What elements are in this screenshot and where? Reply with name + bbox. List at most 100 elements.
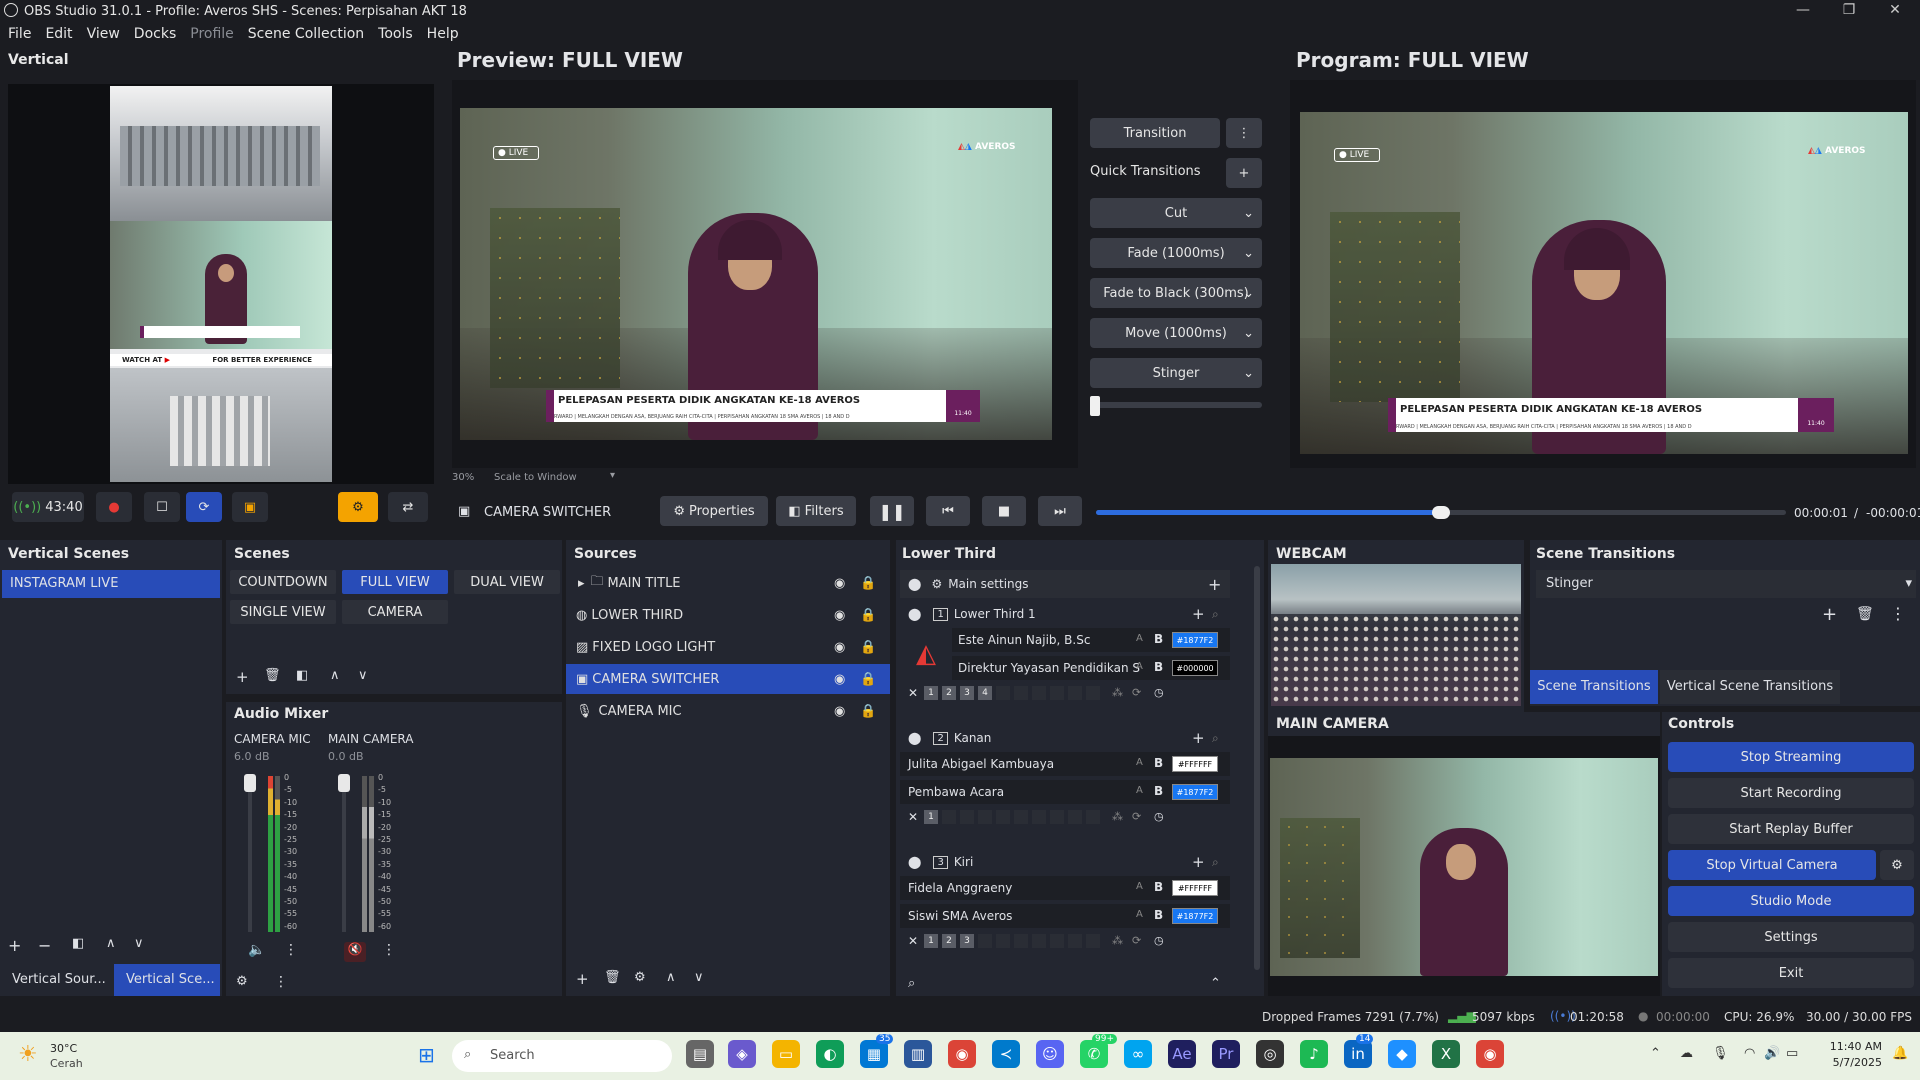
next-button[interactable]: ⏭ xyxy=(1038,496,1082,526)
ch2-volume-track[interactable] xyxy=(342,774,346,932)
mixer-more-icon[interactable]: ⋮ xyxy=(274,974,288,990)
pause-button[interactable]: ❚❚ xyxy=(870,496,914,526)
calendar-icon[interactable]: ▥ xyxy=(904,1040,932,1068)
start-replay-buffer-button[interactable]: Start Replay Buffer xyxy=(1668,814,1914,844)
lock-icon[interactable]: 🔒 xyxy=(860,608,876,623)
whatsapp-icon[interactable]: ✆ xyxy=(1080,1040,1108,1068)
lt-slot[interactable]: 1 xyxy=(924,934,938,948)
media-seek-handle[interactable] xyxy=(1432,506,1450,519)
mixer-settings-icon[interactable]: ⚙ xyxy=(236,974,248,989)
maximize-button[interactable]: ❐ xyxy=(1826,0,1872,22)
linkedin-icon[interactable]: in xyxy=(1344,1040,1372,1068)
stop-streaming-button[interactable]: Stop Streaming xyxy=(1668,742,1914,772)
lt-main-settings[interactable]: ⬤ ⚙ Main settings + xyxy=(900,570,1230,598)
close-button[interactable]: ✕ xyxy=(1872,0,1918,22)
edge-icon[interactable]: ◐ xyxy=(816,1040,844,1068)
lt-slot[interactable] xyxy=(978,810,992,824)
lt-group-name[interactable]: Kanan xyxy=(954,731,992,745)
add-icon[interactable]: + xyxy=(236,668,249,686)
ch1-volume-track[interactable] xyxy=(248,774,252,932)
tray-mic-icon[interactable]: 🎙 xyxy=(1712,1046,1729,1061)
plus-icon[interactable]: + xyxy=(1192,853,1205,871)
search-icon[interactable]: ⌕ xyxy=(1212,607,1219,622)
search-icon[interactable]: ⌕ xyxy=(1212,855,1219,870)
lt-slot[interactable] xyxy=(1032,686,1046,700)
down-icon[interactable]: ∨ xyxy=(134,936,144,951)
taskbar-search[interactable]: ⌕ Search xyxy=(452,1040,672,1072)
tab-vertical-scene-transitions[interactable]: Vertical Scene Transitions xyxy=(1660,670,1840,704)
trash-icon[interactable]: 🗑 xyxy=(1856,606,1874,622)
menu-docks[interactable]: Docks xyxy=(134,26,176,42)
close-icon[interactable]: ✕ xyxy=(908,810,918,824)
lt-color-chip[interactable]: #1877F2 xyxy=(1172,784,1218,800)
stop-button[interactable]: ■ xyxy=(982,496,1026,526)
menu-view[interactable]: View xyxy=(87,26,120,42)
lt-color-chip[interactable]: #000000 xyxy=(1172,660,1218,676)
preview-area[interactable]: ● LIVE ◭◮ AVEROS PELEPASAN PESERTA DIDIK… xyxy=(452,80,1078,483)
toggle-icon[interactable]: ⬤ xyxy=(908,577,921,591)
filters-icon[interactable]: ◧ xyxy=(296,668,308,683)
lt-anim-icon[interactable]: ⁂ xyxy=(1112,686,1123,699)
bold-icon[interactable]: B xyxy=(1154,784,1163,798)
lt-slot[interactable] xyxy=(1032,810,1046,824)
lock-icon[interactable]: 🔒 xyxy=(860,640,876,655)
ch2-muted-icon[interactable]: 🔇 xyxy=(344,942,366,962)
lt-group-name[interactable]: Kiri xyxy=(954,855,973,869)
start-recording-button[interactable]: Start Recording xyxy=(1668,778,1914,808)
lt-scrollbar[interactable] xyxy=(1254,566,1260,970)
lt-slot[interactable] xyxy=(996,934,1010,948)
lt-slot[interactable] xyxy=(960,810,974,824)
lt-slot[interactable] xyxy=(1014,934,1028,948)
font-size-icon[interactable]: A xyxy=(1136,633,1143,644)
lt-group-name[interactable]: Lower Third 1 xyxy=(954,607,1036,621)
lt-slot[interactable] xyxy=(996,686,1010,700)
font-size-icon[interactable]: A xyxy=(1136,909,1143,920)
menu-help[interactable]: Help xyxy=(427,26,459,42)
lt-slot[interactable] xyxy=(1068,934,1082,948)
lt-slot[interactable] xyxy=(1014,686,1028,700)
lt-slot[interactable] xyxy=(996,810,1010,824)
collapse-icon[interactable]: ⌃ xyxy=(1210,976,1221,991)
tray-wifi-icon[interactable]: ◠ xyxy=(1744,1046,1755,1061)
lock-icon[interactable]: 🔒 xyxy=(860,704,876,719)
preview-scale-select[interactable]: Scale to Window xyxy=(494,472,577,483)
source-lower-third[interactable]: ◍ LOWER THIRD ◉ 🔒 xyxy=(566,600,890,630)
tab-vertical-sources[interactable]: Vertical Sour... xyxy=(0,964,112,996)
toggle-icon[interactable]: ⬤ xyxy=(908,607,921,621)
lt-color-chip[interactable]: #FFFFFF xyxy=(1172,880,1218,896)
vertical-switch-button[interactable]: ⇄ xyxy=(388,492,428,522)
lt-slot[interactable]: 3 xyxy=(960,934,974,948)
obs-taskbar-icon[interactable]: ◎ xyxy=(1256,1040,1284,1068)
exit-button[interactable]: Exit xyxy=(1668,958,1914,988)
lt-slot[interactable]: 4 xyxy=(978,686,992,700)
scene-camera[interactable]: CAMERA xyxy=(342,600,448,624)
lt-slot[interactable]: 2 xyxy=(942,686,956,700)
font-size-icon[interactable]: A xyxy=(1136,757,1143,768)
gear-icon[interactable]: ⚙ xyxy=(634,970,646,985)
lt-anim-icon[interactable]: ⁂ xyxy=(1112,810,1123,823)
vertical-replay-button[interactable]: ⟳ xyxy=(186,492,222,522)
lt-slot[interactable] xyxy=(1050,810,1064,824)
lt-slot[interactable] xyxy=(942,810,956,824)
eye-icon[interactable]: ◉ xyxy=(834,640,845,655)
chrome-icon[interactable]: ◉ xyxy=(948,1040,976,1068)
bold-icon[interactable]: B xyxy=(1154,660,1163,674)
stop-virtual-camera-button[interactable]: Stop Virtual Camera xyxy=(1668,850,1876,880)
vertical-canvas[interactable]: WATCH AT ▶ FOR BETTER EXPERIENCE xyxy=(8,84,434,484)
filters-icon[interactable]: ◧ xyxy=(72,936,84,951)
font-size-icon[interactable]: A xyxy=(1136,661,1143,672)
premiere-icon[interactable]: Pr xyxy=(1212,1040,1240,1068)
eye-icon[interactable]: ◉ xyxy=(834,608,845,623)
weather-icon[interactable]: ☀ xyxy=(18,1042,38,1067)
lt-clock-icon[interactable]: ◷ xyxy=(1154,686,1164,699)
vertical-virtualcam-button[interactable]: ▣ xyxy=(232,492,268,522)
lt-slot[interactable] xyxy=(1068,686,1082,700)
minimize-button[interactable]: — xyxy=(1780,0,1826,22)
tbar-slider[interactable] xyxy=(1090,402,1262,408)
virtual-camera-settings-button[interactable]: ⚙ xyxy=(1880,850,1914,880)
chrome-profile-icon[interactable]: ◉ xyxy=(1476,1040,1504,1068)
lt-slot[interactable] xyxy=(1014,810,1028,824)
font-size-icon[interactable]: A xyxy=(1136,785,1143,796)
quick-transition-move[interactable]: Move (1000ms) ⌄ xyxy=(1090,318,1262,348)
copilot-icon[interactable]: ◈ xyxy=(728,1040,756,1068)
